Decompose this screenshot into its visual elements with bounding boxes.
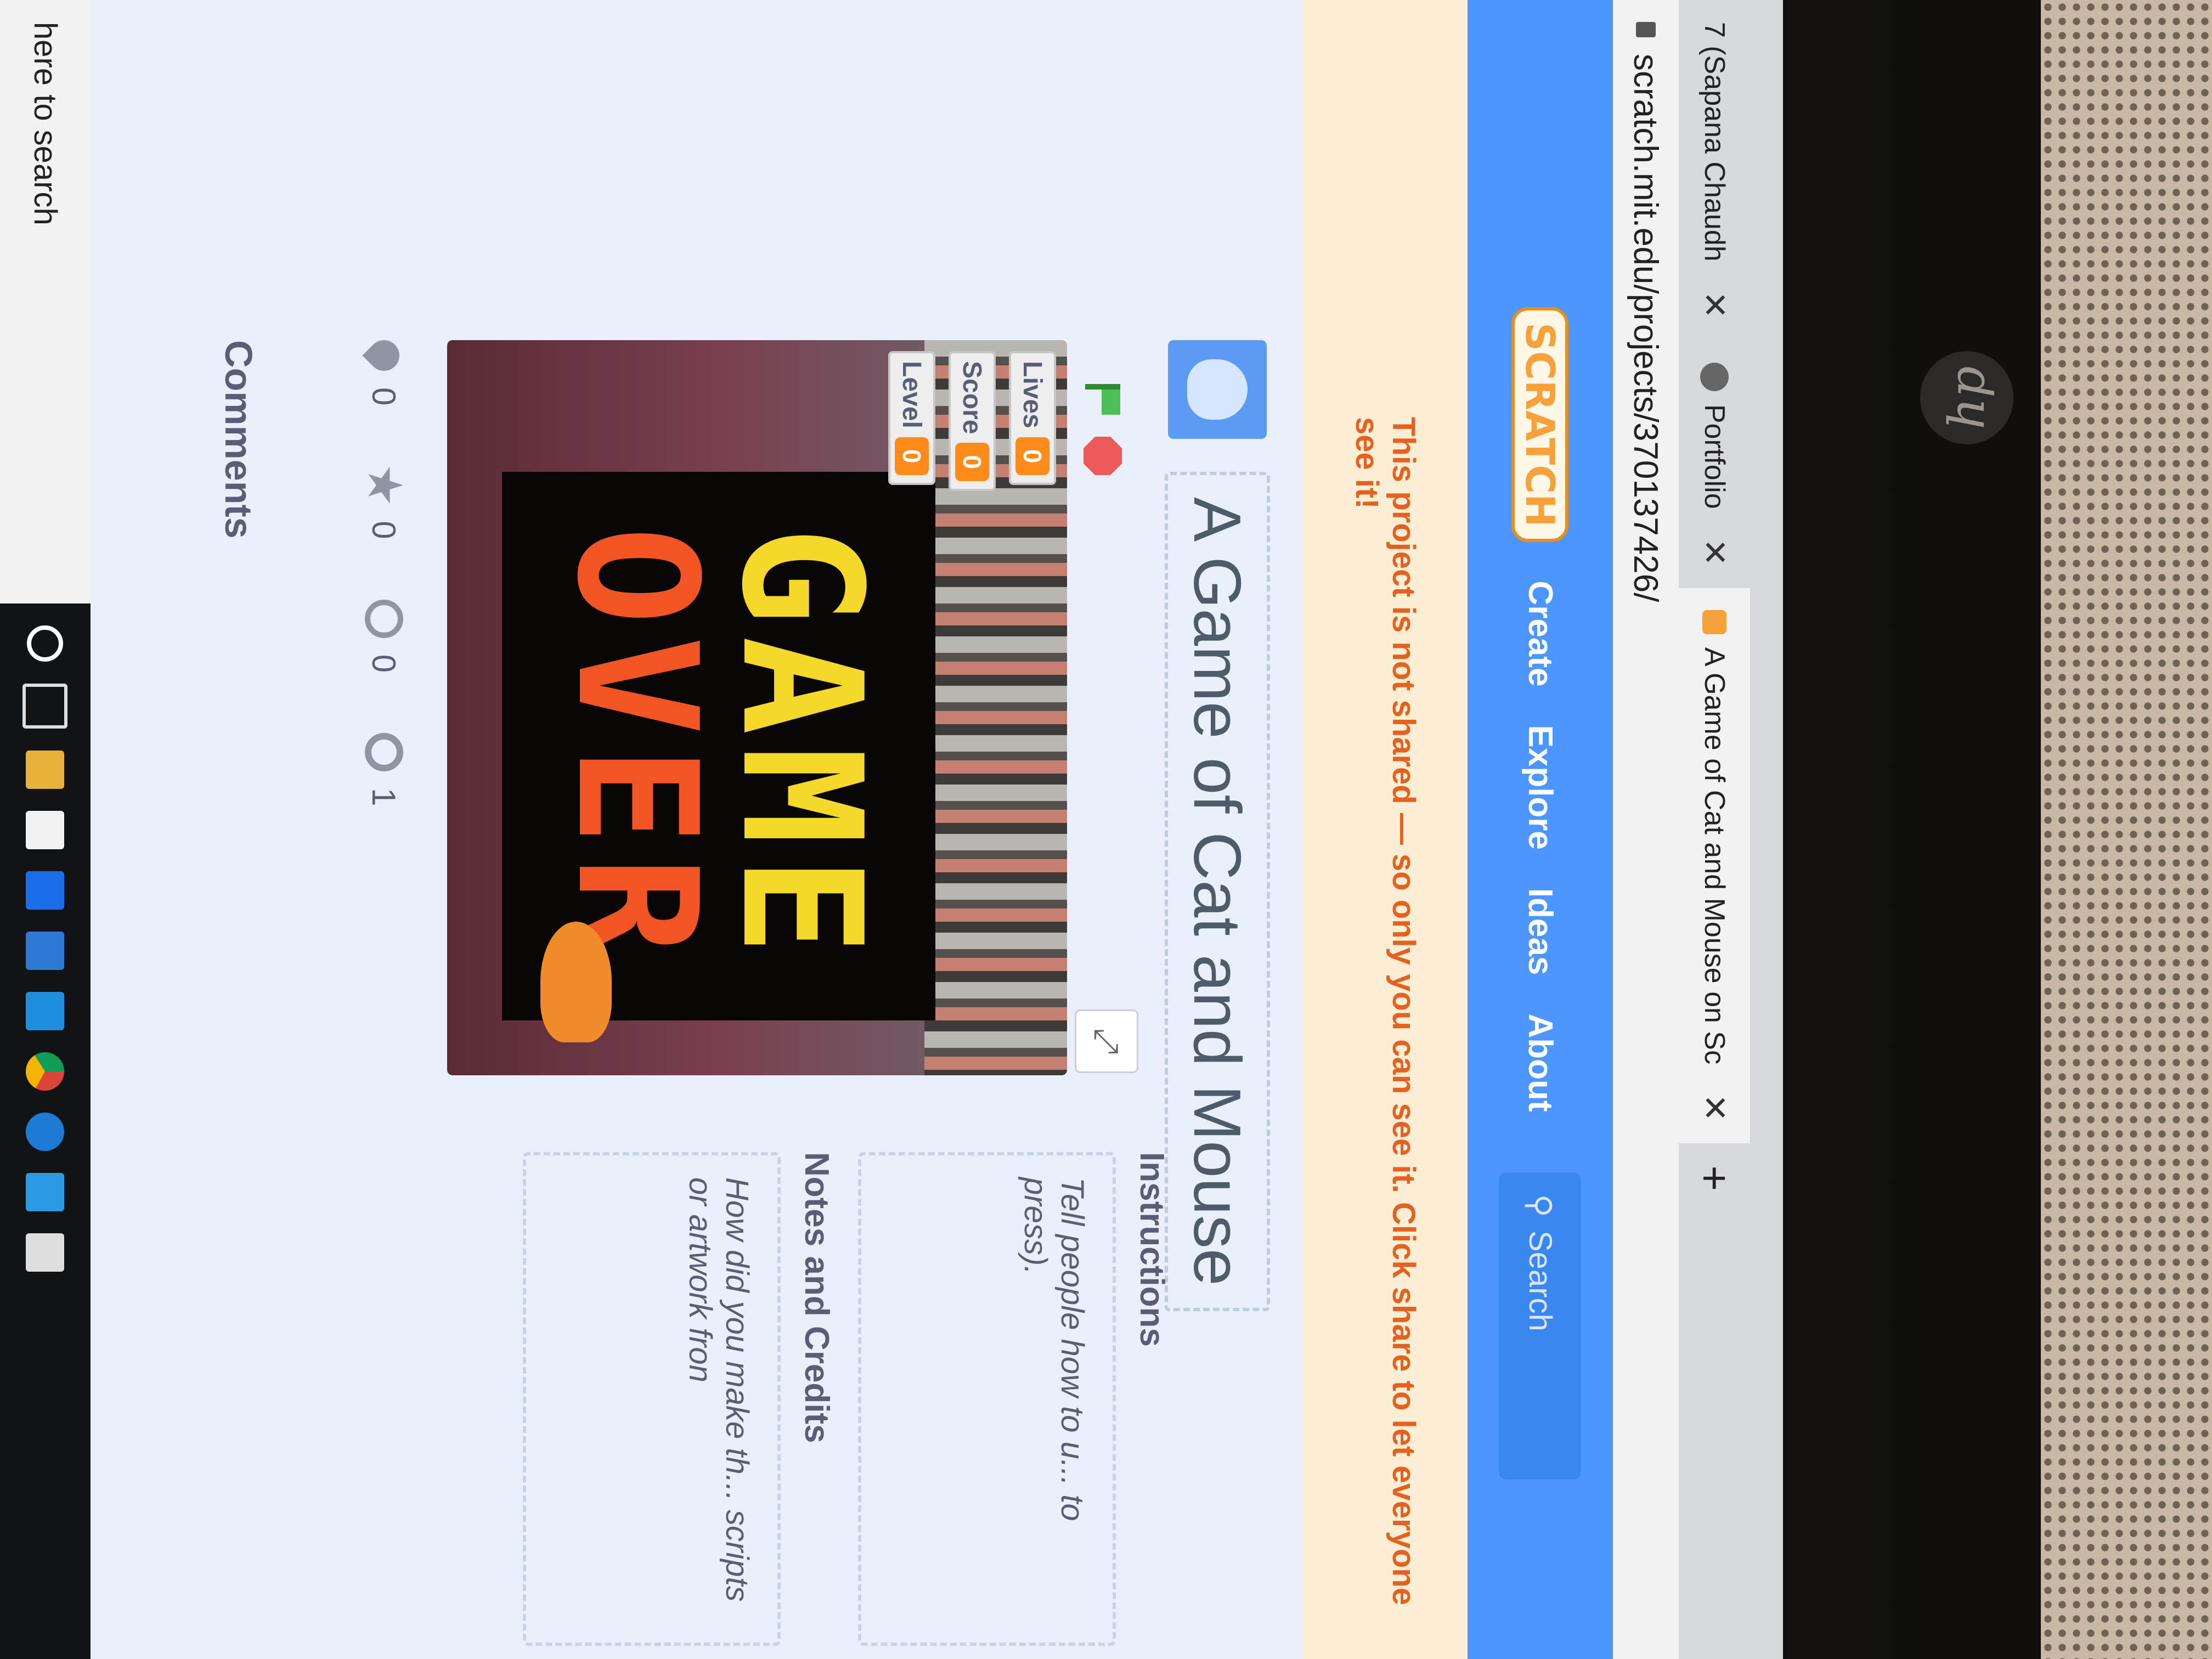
taskbar-search-text: here to search (27, 22, 63, 225)
scratch-navbar: SCRATCH Create Explore Ideas About ⚲ Sea… (1468, 0, 1613, 1659)
nav-explore[interactable]: Explore (1521, 725, 1560, 849)
monitor-lives: Lives 0 (1009, 351, 1056, 486)
remix-stat: 0 (365, 599, 403, 673)
tab-label: A Game of Cat and Mouse on Sc (1699, 647, 1730, 1065)
star-icon (365, 466, 403, 504)
file-explorer-icon[interactable] (26, 751, 65, 789)
notes-heading: Notes and Credits (798, 1152, 836, 1443)
store-icon[interactable] (26, 811, 65, 849)
vscode-icon[interactable] (26, 1173, 65, 1211)
monitor-value: 0 (1015, 437, 1049, 476)
tab-sapana[interactable]: 7 (Sapana Chaudh ✕ (1679, 0, 1750, 341)
dropbox-icon[interactable] (26, 871, 65, 910)
globe-icon (1700, 362, 1729, 391)
monitor-level: Level 0 (888, 351, 935, 486)
view-stat: 1 (365, 733, 403, 806)
cortana-icon[interactable] (27, 625, 64, 662)
stage-controls (1084, 384, 1122, 475)
close-tab-icon[interactable]: ✕ (1695, 539, 1734, 566)
project-title-row: A Game of Cat and Mouse (1165, 340, 1270, 1311)
tab-cat-and-mouse[interactable]: A Game of Cat and Mouse on Sc ✕ (1679, 588, 1750, 1144)
mouse-sprite (540, 922, 612, 1042)
cat-avatar-icon (1187, 359, 1248, 420)
nav-create[interactable]: Create (1521, 580, 1560, 686)
game-over-line-2: OVER (541, 526, 732, 967)
avatar[interactable] (1168, 340, 1267, 439)
project-title[interactable]: A Game of Cat and Mouse (1165, 472, 1270, 1311)
not-shared-banner: This project is not shared — so only you… (1303, 0, 1468, 1659)
hp-logo: hp (1920, 351, 2013, 444)
favorite-count: 0 (365, 521, 403, 539)
scratch-logo[interactable]: SCRATCH (1511, 307, 1569, 543)
monitor-label: Level (897, 361, 927, 428)
screen: 7 (Sapana Chaudh ✕ Portfolio ✕ A Game of… (0, 0, 1783, 1659)
new-tab-button[interactable]: + (1679, 1143, 1750, 1213)
monitor-label: Lives (1018, 361, 1047, 428)
heart-icon (362, 334, 406, 377)
task-view-icon[interactable] (22, 684, 68, 729)
close-tab-icon[interactable]: ✕ (1695, 1094, 1734, 1121)
app-icon[interactable] (26, 992, 65, 1030)
monitor-label: Score (957, 361, 987, 435)
eye-icon (365, 733, 403, 772)
address-bar[interactable]: scratch.mit.edu/projects/370137426/ (1613, 0, 1679, 1659)
tab-portfolio[interactable]: Portfolio ✕ (1679, 341, 1750, 588)
fullscreen-button[interactable]: ⤢ (1075, 1009, 1138, 1073)
project-content: A Game of Cat and Mouse ⤢ GAME OVER Live… (0, 0, 1303, 1659)
favorite-stat[interactable]: 0 (365, 466, 403, 539)
scratch-favicon-icon (1702, 610, 1726, 634)
project-stage[interactable]: GAME OVER Lives 0 Score 0 Level 0 (447, 340, 1067, 1075)
laptop-speaker-grille (2041, 0, 2212, 1659)
instructions-field[interactable]: Tell people how to u... to press). (858, 1152, 1116, 1646)
url-text[interactable]: scratch.mit.edu/projects/370137426/ (1627, 54, 1666, 602)
nav-ideas[interactable]: Ideas (1521, 888, 1560, 975)
notes-field[interactable]: How did you make th... scripts or artwor… (523, 1152, 781, 1646)
monitor-score: Score 0 (949, 351, 996, 491)
tab-label: Portfolio (1699, 404, 1730, 509)
remix-count: 0 (365, 654, 403, 673)
love-stat[interactable]: 0 (362, 334, 406, 406)
browser-tab-strip: 7 (Sapana Chaudh ✕ Portfolio ✕ A Game of… (1679, 0, 1783, 1659)
search-icon: ⚲ (1522, 1194, 1558, 1217)
mail-icon[interactable] (26, 932, 65, 970)
monitor-value: 0 (955, 443, 989, 481)
love-count: 0 (365, 387, 403, 406)
monitor-value: 0 (895, 437, 929, 476)
game-over-line-1: GAME (706, 526, 897, 967)
view-count: 1 (365, 788, 403, 806)
banner-text[interactable]: This project is not shared — so only you… (1348, 417, 1422, 1659)
instructions-heading: Instructions (1133, 1152, 1171, 1347)
search-placeholder: Search (1522, 1230, 1558, 1331)
taskbar-search-input[interactable]: here to search (0, 0, 91, 603)
nav-about[interactable]: About (1521, 1013, 1560, 1111)
remix-icon (365, 599, 403, 638)
search-input[interactable]: ⚲ Search (1499, 1172, 1582, 1480)
close-tab-icon[interactable]: ✕ (1695, 291, 1734, 319)
green-flag-icon[interactable] (1085, 384, 1120, 415)
chrome-icon[interactable] (26, 1052, 65, 1091)
project-stats: 0 0 0 1 (362, 334, 406, 806)
project-notes-panel: Instructions Tell people how to u... to … (501, 1152, 1171, 1646)
edge-icon[interactable] (26, 1113, 65, 1151)
fullscreen-icon: ⤢ (1088, 1028, 1125, 1054)
photos-icon[interactable] (26, 1233, 65, 1272)
stop-icon[interactable] (1084, 437, 1122, 475)
lock-icon (1636, 22, 1656, 37)
comments-heading: Comments (217, 340, 260, 539)
tab-label: 7 (Sapana Chaudh (1699, 22, 1730, 262)
windows-taskbar: here to search (0, 0, 91, 1659)
